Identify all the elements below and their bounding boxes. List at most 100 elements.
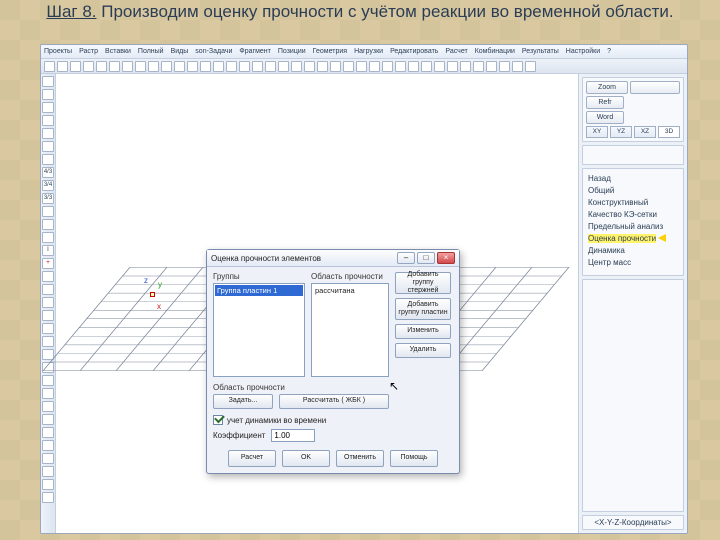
tool-icon[interactable]: + [42, 258, 54, 269]
view-yz-tab[interactable]: YZ [610, 126, 632, 138]
toolbar-icon[interactable] [70, 61, 81, 72]
menu-item[interactable]: Полный [138, 48, 164, 55]
dialog-cancel-button[interactable]: Отменить [336, 450, 384, 467]
toolbar-icon[interactable] [174, 61, 185, 72]
tool-icon[interactable] [42, 375, 54, 386]
toolbar-icon[interactable] [96, 61, 107, 72]
set-button[interactable]: Задать... [213, 394, 273, 409]
tool-icon[interactable] [42, 323, 54, 334]
menu-item[interactable]: Позиции [278, 48, 306, 55]
toolbar-icon[interactable] [252, 61, 263, 72]
toolbar-icon[interactable] [226, 61, 237, 72]
dialog-help-button[interactable]: Помощь [390, 450, 438, 467]
tool-icon[interactable] [42, 466, 54, 477]
menu-item[interactable]: Фрагмент [239, 48, 270, 55]
edit-button[interactable]: Изменить [395, 324, 451, 339]
tool-icon[interactable] [42, 284, 54, 295]
toolbar-icon[interactable] [83, 61, 94, 72]
tool-icon[interactable] [42, 102, 54, 113]
tool-icon[interactable]: 4/3 [42, 167, 54, 178]
toolbar-icon[interactable] [343, 61, 354, 72]
menu-item[interactable]: Вставки [105, 48, 131, 55]
menu-item[interactable]: Виды [171, 48, 189, 55]
dialog-ok-button[interactable]: OK [282, 450, 330, 467]
delete-button[interactable]: Удалить [395, 343, 451, 358]
minimize-button[interactable]: – [397, 252, 415, 264]
view-xz-tab[interactable]: XZ [634, 126, 656, 138]
dialog-titlebar[interactable]: Оценка прочности элементов – □ × [207, 250, 459, 267]
tool-icon[interactable]: I [42, 245, 54, 256]
viewport[interactable]: z y x Оценка прочности элементов – □ × [56, 74, 579, 533]
calc-button[interactable]: Рассчитать ( ЖБК ) [279, 394, 389, 409]
tool-icon[interactable] [42, 479, 54, 490]
area-listbox[interactable]: рассчитана [311, 283, 389, 377]
tool-icon[interactable] [42, 440, 54, 451]
tool-icon[interactable] [42, 427, 54, 438]
toolbar-icon[interactable] [369, 61, 380, 72]
tool-icon[interactable] [42, 128, 54, 139]
toolbar-icon[interactable] [304, 61, 315, 72]
add-bars-button[interactable]: Добавить группу стержней [395, 272, 451, 294]
toolbar-icon[interactable] [447, 61, 458, 72]
coefficient-input[interactable] [271, 429, 315, 442]
toolbar-icon[interactable] [434, 61, 445, 72]
toolbar-icon[interactable] [525, 61, 536, 72]
menu-item[interactable]: Геометрия [313, 48, 347, 55]
group-item-selected[interactable]: Группа пластин 1 [215, 285, 303, 296]
mode-item[interactable]: Центр масс [588, 257, 678, 269]
toolbar-icon[interactable] [473, 61, 484, 72]
toolbar-icon[interactable] [356, 61, 367, 72]
mode-item[interactable]: Конструктивный [588, 197, 678, 209]
add-plates-button[interactable]: Добавить группу пластин [395, 298, 451, 320]
toolbar-icon[interactable] [408, 61, 419, 72]
tool-icon[interactable] [42, 336, 54, 347]
tool-icon[interactable]: 3/4 [42, 180, 54, 191]
menu-item[interactable]: Расчет [445, 48, 467, 55]
tool-icon[interactable] [42, 219, 54, 230]
tool-icon[interactable] [42, 206, 54, 217]
view-3d-tab[interactable]: 3D [658, 126, 680, 138]
zoom-button[interactable]: Zoom [586, 81, 628, 94]
menu-item[interactable]: Растр [79, 48, 98, 55]
tool-icon[interactable] [42, 492, 54, 503]
menu-item[interactable]: Нагрузки [354, 48, 383, 55]
word-button[interactable]: Word [586, 111, 624, 124]
tool-icon[interactable] [42, 115, 54, 126]
menu-item[interactable]: Проекты [44, 48, 72, 55]
toolbar-icon[interactable] [486, 61, 497, 72]
toolbar-icon[interactable] [122, 61, 133, 72]
menu-item[interactable]: Результаты [522, 48, 559, 55]
toolbar-icon[interactable] [512, 61, 523, 72]
toolbar-icon[interactable] [135, 61, 146, 72]
mode-item-active[interactable]: Оценка прочности [588, 233, 678, 245]
menu-item[interactable]: ? [607, 48, 611, 55]
toolbar-icon[interactable] [395, 61, 406, 72]
close-button[interactable]: × [437, 252, 455, 264]
tool-icon[interactable] [42, 141, 54, 152]
toolbar-icon[interactable] [421, 61, 432, 72]
tool-icon[interactable] [42, 401, 54, 412]
tool-icon[interactable] [42, 271, 54, 282]
menu-item[interactable]: son-Задачи [195, 48, 232, 55]
mode-item[interactable]: Предельный анализ [588, 221, 678, 233]
tool-icon[interactable] [42, 232, 54, 243]
toolbar-icon[interactable] [499, 61, 510, 72]
toolbar-icon[interactable] [382, 61, 393, 72]
toolbar-icon[interactable] [44, 61, 55, 72]
menu-item[interactable]: Комбинации [475, 48, 515, 55]
toolbar-icon[interactable] [291, 61, 302, 72]
tool-icon[interactable] [42, 453, 54, 464]
toolbar-icon[interactable] [161, 61, 172, 72]
tool-icon[interactable] [42, 76, 54, 87]
toolbar-icon[interactable] [239, 61, 250, 72]
tool-icon[interactable] [42, 89, 54, 100]
toolbar-icon[interactable] [265, 61, 276, 72]
tool-icon[interactable] [42, 310, 54, 321]
menu-item[interactable]: Настройки [566, 48, 600, 55]
toolbar-icon[interactable] [109, 61, 120, 72]
tool-icon[interactable]: 3/3 [42, 193, 54, 204]
groups-listbox[interactable]: Группа пластин 1 [213, 283, 305, 377]
menu-item[interactable]: Редактировать [390, 48, 438, 55]
tool-icon[interactable] [42, 414, 54, 425]
toolbar-icon[interactable] [200, 61, 211, 72]
